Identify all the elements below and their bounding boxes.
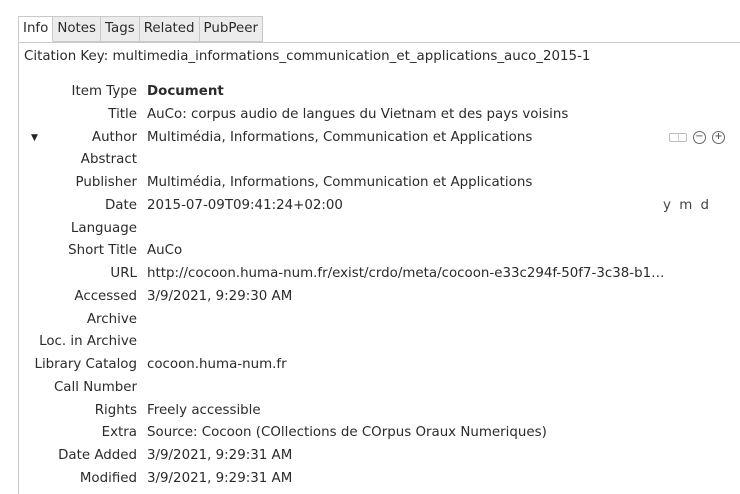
author-type-label[interactable]: Author [19,127,137,150]
tab-info[interactable]: Info [18,16,54,42]
field-label: Abstract [80,152,137,168]
field-extra: Extra Source: Cocoon (COllections de COr… [19,422,740,445]
date-format-hint: y m d [663,197,711,213]
field-label: Language [70,220,137,236]
title-value[interactable]: AuCo: corpus audio de langues du Vietnam… [147,104,568,127]
field-label: Library Catalog [34,357,137,372]
field-loc-in-archive: Loc. in Archive [19,331,740,354]
field-label: Modified [79,470,137,486]
field-label: Rights [94,402,137,418]
field-publisher: Publisher Multimédia, Informations, Comm… [19,172,740,195]
field-label: Date Added [58,448,137,463]
field-author: ▼ Author Multimédia, Informations, Commu… [19,127,740,150]
field-abstract: Abstract [19,149,740,172]
extra-value[interactable]: Source: Cocoon (COllections de COrpus Or… [147,422,547,445]
author-value[interactable]: Multimédia, Informations, Communication … [147,127,532,150]
field-date-added: Date Added 3/9/2021, 9:29:31 AM [19,445,740,468]
field-rights: Rights Freely accessible [19,400,740,423]
field-label: Short Title [68,243,137,259]
item-fields: Item Type Document Title AuCo: corpus au… [19,81,740,491]
field-label: Date [104,197,137,213]
library-catalog-value[interactable]: cocoon.huma-num.fr [147,354,287,377]
info-panel: Citation Key: multimedia_informations_co… [18,42,740,494]
field-title: Title AuCo: corpus audio de langues du V… [19,104,740,127]
field-mode-switch-icon[interactable] [669,132,687,142]
minus-circle-icon[interactable]: − [693,130,706,144]
field-call-number: Call Number [19,377,740,400]
field-label: Accessed [74,288,137,304]
modified-value: 3/9/2021, 9:29:31 AM [147,470,293,486]
field-label: Call Number [53,379,137,395]
creator-controls: − + [669,130,725,144]
tab-related[interactable]: Related [139,16,200,42]
field-date: Date 2015-07-09T09:41:24+02:00 y m d [19,195,740,218]
short-title-value[interactable]: AuCo [147,240,182,263]
field-label: Item Type [71,84,138,99]
date-added-value: 3/9/2021, 9:29:31 AM [147,448,293,463]
field-accessed: Accessed 3/9/2021, 9:29:30 AM [19,286,740,309]
citation-key: Citation Key: multimedia_informations_co… [24,49,591,64]
field-library-catalog: Library Catalog cocoon.huma-num.fr [19,354,740,377]
tab-tags[interactable]: Tags [101,16,140,42]
field-label: Extra [101,425,137,441]
field-label: Loc. in Archive [39,334,137,350]
field-url: URL http://cocoon.huma-num.fr/exist/crdo… [19,263,740,286]
plus-circle-icon[interactable]: + [712,130,725,144]
date-value[interactable]: 2015-07-09T09:41:24+02:00 [147,195,343,218]
rights-value[interactable]: Freely accessible [147,400,261,423]
field-language: Language [19,218,740,241]
accessed-value[interactable]: 3/9/2021, 9:29:30 AM [147,286,292,309]
url-value[interactable]: http://cocoon.huma-num.fr/exist/crdo/met… [147,263,665,286]
url-label[interactable]: URL [19,263,137,286]
field-short-title: Short Title AuCo [19,240,740,263]
tab-notes[interactable]: Notes [53,16,102,42]
tab-pubpeer[interactable]: PubPeer [199,16,263,42]
field-label: Archive [86,311,137,327]
field-label: Publisher [75,175,137,190]
publisher-value[interactable]: Multimédia, Informations, Communication … [147,172,532,195]
field-archive: Archive [19,309,740,332]
field-label: Title [108,106,137,122]
item-type-select[interactable]: Document [147,81,224,104]
field-item-type: Item Type Document [19,81,740,104]
tab-bar: Info Notes Tags Related PubPeer [18,16,263,42]
field-modified: Modified 3/9/2021, 9:29:31 AM [19,468,740,491]
